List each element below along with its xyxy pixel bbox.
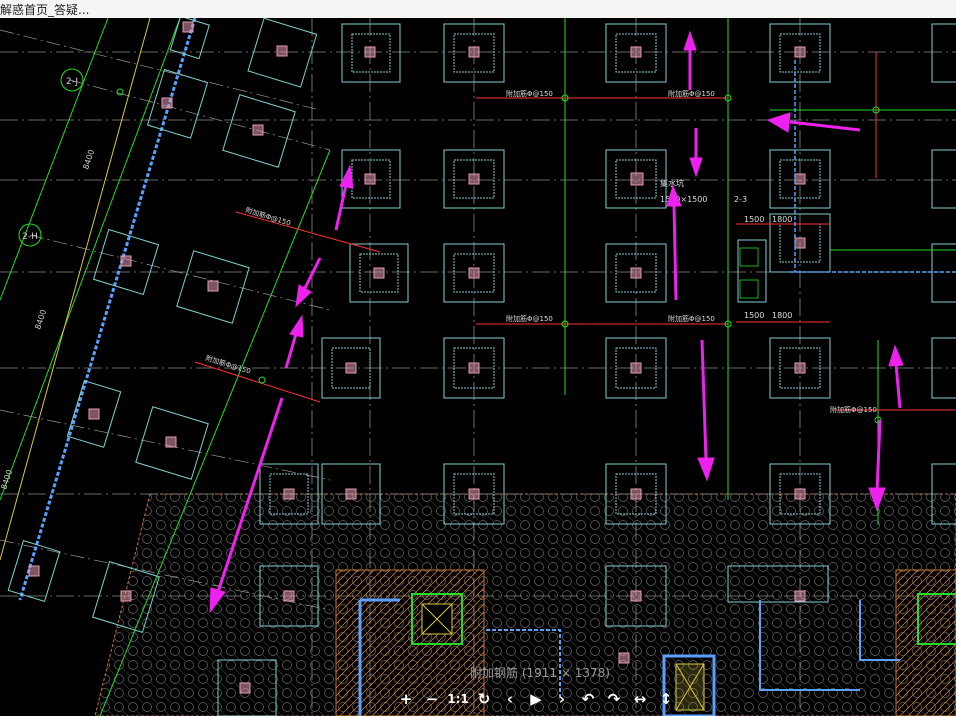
axis-label: 2-H [22, 232, 38, 242]
axis-label: 2-J [66, 77, 78, 87]
rebar-label: 附加筋Φ@150 [830, 405, 877, 414]
rotate-right-button[interactable]: ↷ [602, 689, 626, 709]
window-title: 解惑首页_答疑... [0, 3, 90, 17]
play-button[interactable]: ▶ [524, 689, 548, 709]
pit-label: 集水坑 [660, 178, 684, 188]
pit-grid-label: 2-3 [734, 195, 747, 204]
flip-vertical-button[interactable]: ↕ [654, 689, 678, 709]
cad-drawing[interactable]: 2-J 2-H 8400 8400 8400 附加筋Φ@150 附加筋Φ@150… [0, 18, 956, 716]
dimension-label: 1800 [772, 215, 792, 224]
flip-horizontal-button[interactable]: ↔ [628, 689, 652, 709]
actual-size-button[interactable]: 1:1 [446, 689, 470, 709]
zoom-in-button[interactable]: + [394, 689, 418, 709]
dimension-label: 1800 [772, 311, 792, 320]
dimension-label: 1500 [744, 215, 764, 224]
image-caption: 附加钢筋 (1911 × 1378) [470, 666, 610, 680]
zoom-out-button[interactable]: − [420, 689, 444, 709]
rotate-left-button[interactable]: ↶ [576, 689, 600, 709]
rebar-label: 附加筋Φ@150 [506, 89, 553, 98]
rebar-label: 附加筋Φ@150 [668, 314, 715, 323]
pit-size-label: 1500×1500 [660, 195, 707, 204]
rebar-label: 附加筋Φ@150 [506, 314, 553, 323]
refresh-button[interactable]: ↻ [472, 689, 496, 709]
hatched-foundation [94, 493, 956, 716]
previous-button[interactable]: ‹ [498, 689, 522, 709]
dimension-label: 1500 [744, 311, 764, 320]
rebar-label: 附加筋Φ@150 [668, 89, 715, 98]
viewer-toolbar: + −1:1 ↻ ‹ ▶ › ↶ ↷ ↔ ↕ [394, 688, 678, 710]
next-button[interactable]: › [550, 689, 574, 709]
window-title-bar: 解惑首页_答疑... [0, 0, 956, 19]
